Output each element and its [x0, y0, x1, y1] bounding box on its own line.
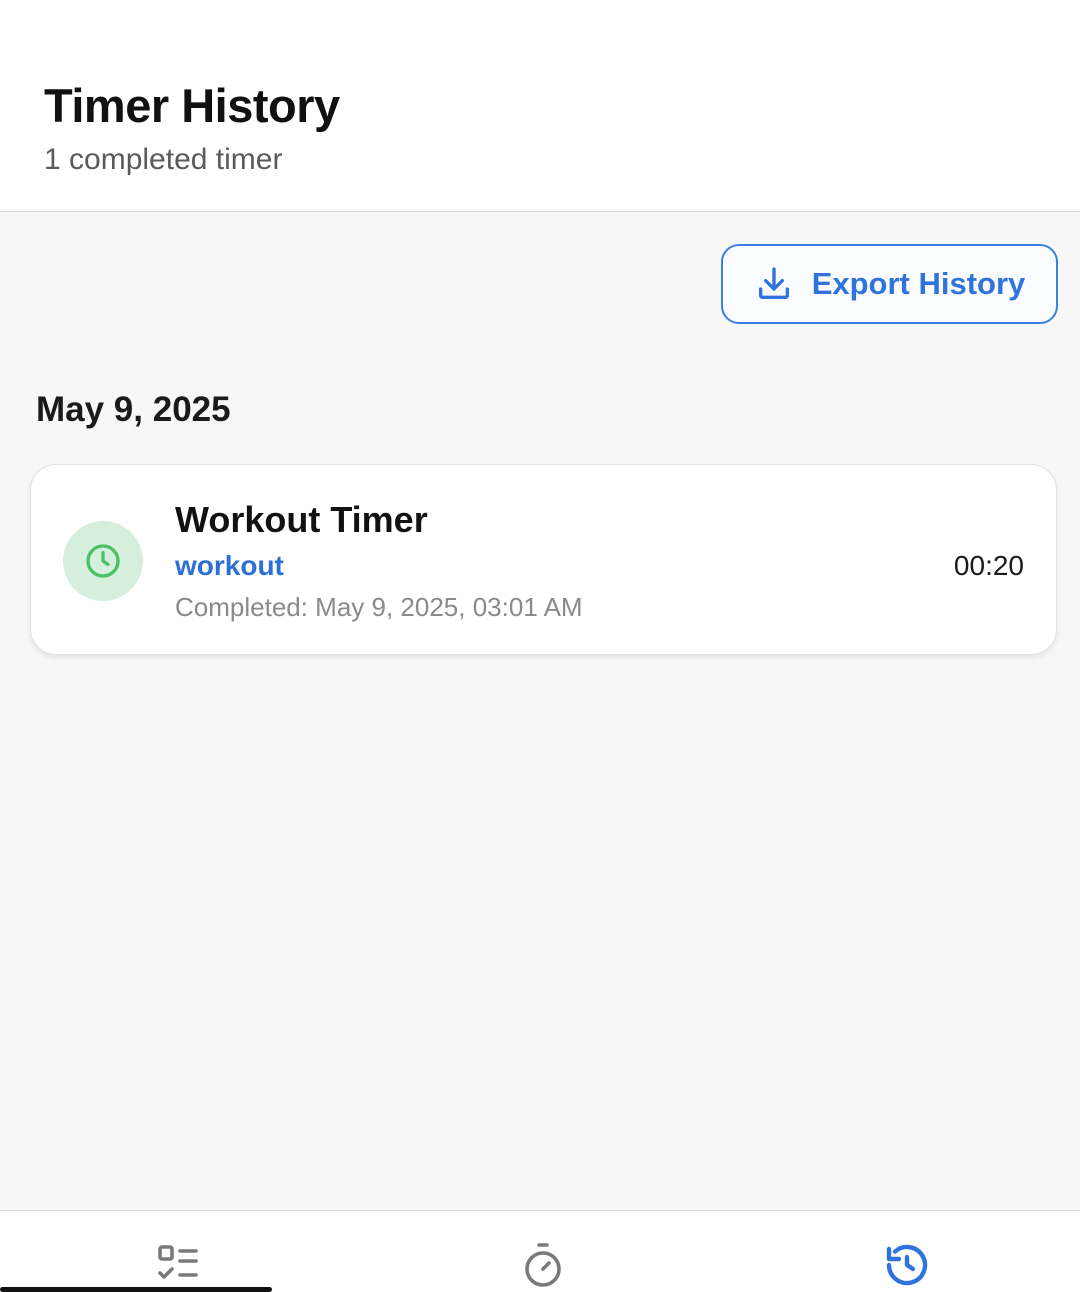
export-history-button[interactable]: Export History: [721, 244, 1058, 324]
clock-icon: [63, 521, 143, 601]
entry-category: workout: [175, 550, 284, 581]
home-indicator: [0, 1287, 272, 1292]
entry-title: Workout Timer: [175, 499, 428, 540]
tab-tasks[interactable]: [148, 1241, 208, 1292]
history-entry-card[interactable]: Workout Timer workout Completed: May 9, …: [30, 464, 1057, 655]
page-subtitle: 1 completed timer: [44, 143, 283, 176]
entry-completed-time: Completed: May 9, 2025, 03:01 AM: [175, 592, 583, 622]
page-header: Timer History 1 completed timer: [0, 0, 1080, 212]
tab-timer[interactable]: [513, 1241, 573, 1292]
history-icon: [883, 1241, 931, 1292]
export-history-label: Export History: [811, 266, 1026, 301]
page-title: Timer History: [44, 79, 340, 132]
tab-history[interactable]: [877, 1241, 937, 1292]
checklist-icon: [154, 1241, 202, 1292]
timer-history-screen: Timer History 1 completed timer Export H…: [0, 0, 1080, 1292]
date-group-heading: May 9, 2025: [36, 390, 231, 429]
entry-duration: 00:20: [953, 550, 1024, 581]
stopwatch-icon: [519, 1241, 567, 1292]
download-icon: [754, 264, 794, 304]
bottom-tab-bar: [0, 1210, 1080, 1292]
